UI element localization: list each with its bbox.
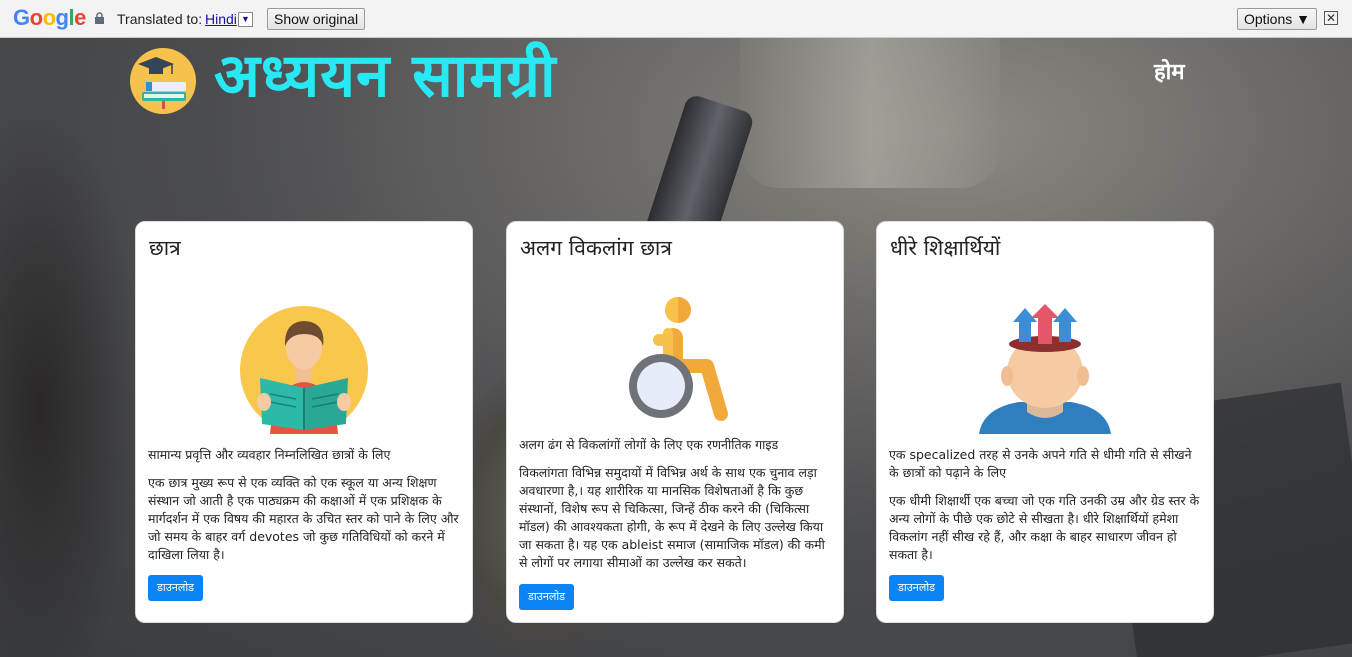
site-title: अध्ययन सामग्री — [214, 41, 557, 111]
translate-bar: Google Translated to: Hindi ▼ Show origi… — [0, 0, 1352, 38]
show-original-button[interactable]: Show original — [267, 8, 366, 30]
download-button[interactable]: डाउनलोड — [148, 575, 204, 601]
language-link[interactable]: Hindi — [205, 11, 237, 27]
wheelchair-icon — [619, 296, 735, 426]
nav-home-link[interactable]: होम — [1154, 56, 1185, 86]
card-subtitle: अलग ढंग से विकलांगों लोगों के लिए एक रणन… — [519, 437, 779, 452]
card-body: विकलांगता विभिन्न समुदायों में विभिन्न अ… — [519, 465, 825, 570]
card-subtitle: सामान्य प्रवृत्ति और व्यवहार निम्नलिखित … — [148, 447, 391, 462]
translated-to-label: Translated to: — [117, 11, 203, 27]
card-title: धीरे शिक्षार्थियों — [890, 236, 1001, 260]
card-students: छात्र सामान्य प्रवृत्ति और व्यवहार निम्न… — [135, 221, 473, 623]
download-button[interactable]: डाउनलोड — [889, 575, 945, 601]
options-button[interactable]: Options ▼ — [1237, 8, 1317, 30]
card-title: अलग विकलांग छात्र — [520, 236, 672, 260]
lock-icon — [95, 12, 104, 24]
student-reading-icon — [240, 306, 368, 434]
card-body: एक छात्र मुख्य रूप से एक व्यक्ति को एक स… — [148, 475, 459, 562]
head-growth-arrows-icon — [979, 304, 1111, 434]
card-slow-learners: धीरे शिक्षार्थियों एक specalized तरह से … — [876, 221, 1214, 623]
books-logo-icon[interactable] — [130, 48, 196, 114]
download-button[interactable]: डाउनलोड — [519, 584, 575, 610]
google-logo: Google — [13, 5, 86, 30]
card-title: छात्र — [149, 236, 181, 260]
card-body: एक धीमी शिक्षार्थी एक बच्चा जो एक गति उन… — [889, 493, 1200, 562]
language-dropdown-icon[interactable]: ▼ — [238, 12, 253, 27]
card-differently-abled: अलग विकलांग छात्र अलग ढंग से विकलांगों ल… — [506, 221, 844, 623]
close-icon[interactable]: ✕ — [1324, 11, 1338, 25]
card-subtitle: एक specalized तरह से उनके अपने गति से धी… — [889, 447, 1192, 480]
